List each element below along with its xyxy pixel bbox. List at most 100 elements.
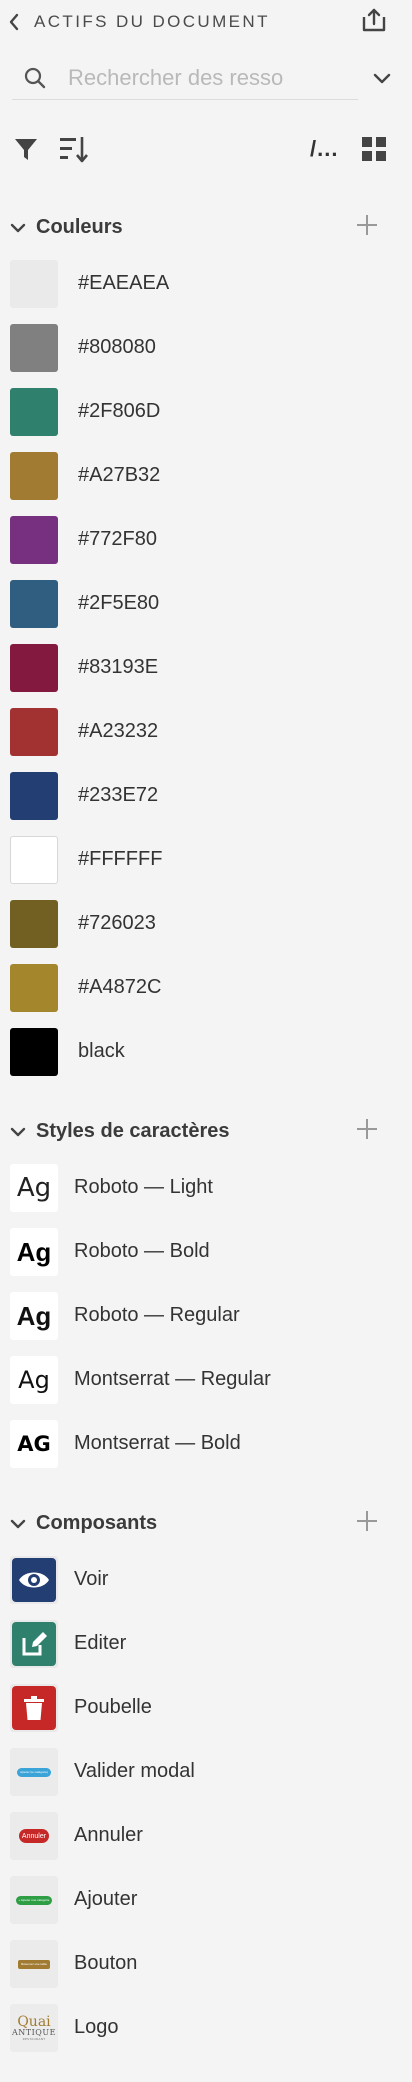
logo-text-quai: Quai [17, 2014, 51, 2030]
grid-view-icon[interactable] [358, 133, 390, 165]
color-item[interactable]: #2F806D [0, 380, 412, 444]
filter-icon[interactable] [10, 133, 42, 165]
components-list: Voir Editer Poubelle Ajouter (le catégorie)… [0, 1548, 412, 2060]
edit-icon [12, 1622, 56, 1666]
color-label: #A4872C [78, 976, 162, 998]
path-button[interactable]: /... [310, 136, 338, 162]
add-icon[interactable] [352, 210, 382, 240]
color-label: #772F80 [78, 528, 157, 550]
section-char-styles-header[interactable]: Styles de caractères [0, 1112, 412, 1152]
section-components-header[interactable]: Composants [0, 1504, 412, 1544]
button-preview: + Ajouter une catégorie [15, 1895, 53, 1905]
color-swatch [10, 388, 58, 436]
search-input[interactable] [68, 62, 348, 94]
chevron-down-icon[interactable] [8, 1514, 28, 1534]
char-style-label: Roboto — Bold [74, 1240, 210, 1262]
component-label: Ajouter [74, 1888, 138, 1910]
component-item[interactable]: Poubelle [0, 1676, 412, 1740]
component-preview [10, 1556, 58, 1604]
color-swatch [10, 260, 58, 308]
char-style-item[interactable]: Ag Roboto — Bold [0, 1220, 412, 1284]
eye-icon [12, 1558, 56, 1602]
sort-icon[interactable] [58, 133, 90, 165]
color-label: #A27B32 [78, 464, 161, 486]
color-item[interactable]: #FFFFFF [0, 828, 412, 892]
color-label: black [78, 1040, 125, 1062]
color-swatch [10, 324, 58, 372]
section-char-styles-title: Styles de caractères [36, 1120, 230, 1142]
component-preview [10, 1620, 58, 1668]
component-label: Valider modal [74, 1760, 195, 1782]
char-style-preview: AG [10, 1420, 58, 1468]
color-swatch [10, 772, 58, 820]
color-swatch [10, 1028, 58, 1076]
logo-thumbnail: Quai ANTIQUE RESTAURANT [10, 2004, 58, 2052]
char-styles-list: Ag Roboto — Light Ag Roboto — Bold Ag Roboto … [0, 1156, 412, 1476]
panel-title: ACTIFS DU DOCUMENT [34, 12, 270, 31]
char-style-item[interactable]: AG Montserrat — Bold [0, 1412, 412, 1476]
chevron-down-icon[interactable] [8, 1122, 28, 1142]
button-preview: Annuler [18, 1829, 50, 1843]
color-item[interactable]: #2F5E80 [0, 572, 412, 636]
button-preview: Réservez une table [18, 1959, 50, 1969]
color-item[interactable]: black [0, 1020, 412, 1084]
color-item[interactable]: #A23232 [0, 700, 412, 764]
color-label: #FFFFFF [78, 848, 163, 870]
component-label: Editer [74, 1632, 127, 1654]
char-style-sample: AG [17, 1432, 51, 1456]
color-item[interactable]: #A27B32 [0, 444, 412, 508]
color-item[interactable]: #83193E [0, 636, 412, 700]
component-item[interactable]: Réservez une table Bouton [0, 1932, 412, 1996]
search-bar [12, 58, 358, 100]
char-style-item[interactable]: Ag Roboto — Regular [0, 1284, 412, 1348]
component-preview: Ajouter (le catégorie) [10, 1748, 58, 1796]
color-label: #EAEAEA [78, 272, 170, 294]
color-item[interactable]: #772F80 [0, 508, 412, 572]
button-preview: Ajouter (le catégorie) [17, 1767, 51, 1777]
color-item[interactable]: #726023 [0, 892, 412, 956]
color-swatch [10, 644, 58, 692]
char-style-preview: Ag [10, 1164, 58, 1212]
chevron-down-icon[interactable] [370, 66, 394, 90]
share-upload-icon[interactable] [356, 2, 392, 38]
component-item[interactable]: Ajouter (le catégorie) Valider modal [0, 1740, 412, 1804]
button-preview-text: Réservez une table [21, 1962, 47, 1966]
component-item[interactable]: Voir [0, 1548, 412, 1612]
color-item[interactable]: #233E72 [0, 764, 412, 828]
color-item[interactable]: #A4872C [0, 956, 412, 1020]
color-label: #A23232 [78, 720, 159, 742]
search-icon [23, 66, 47, 90]
button-preview-text: Ajouter (le catégorie) [20, 1770, 48, 1774]
char-style-item[interactable]: Ag Roboto — Light [0, 1156, 412, 1220]
color-label: #233E72 [78, 784, 159, 806]
add-icon[interactable] [352, 1114, 382, 1144]
panel-header: ACTIFS DU DOCUMENT [0, 0, 412, 44]
button-preview-text: + Ajouter une catégorie [18, 1898, 50, 1902]
component-item[interactable]: + Ajouter une catégorie Ajouter [0, 1868, 412, 1932]
trash-icon [12, 1686, 56, 1730]
chevron-down-icon[interactable] [8, 218, 28, 238]
add-icon[interactable] [352, 1506, 382, 1536]
char-style-sample: Ag [18, 1366, 50, 1394]
section-colors-header[interactable]: Couleurs [0, 208, 412, 248]
logo-text-restaurant: RESTAURANT [22, 2037, 46, 2041]
char-style-label: Roboto — Regular [74, 1304, 240, 1326]
char-style-label: Montserrat — Bold [74, 1432, 241, 1454]
color-label: #808080 [78, 336, 156, 358]
component-preview: Réservez une table [10, 1940, 58, 1988]
char-style-sample: Ag [16, 1300, 52, 1331]
component-item[interactable]: Editer [0, 1612, 412, 1676]
section-components-title: Composants [36, 1512, 158, 1534]
color-label: #83193E [78, 656, 159, 678]
color-swatch [10, 964, 58, 1012]
color-item[interactable]: #808080 [0, 316, 412, 380]
chevron-left-icon[interactable] [6, 12, 22, 32]
component-preview: Annuler [10, 1812, 58, 1860]
component-item[interactable]: Quai ANTIQUE RESTAURANT Logo [0, 1996, 412, 2060]
section-colors-title: Couleurs [36, 216, 123, 238]
char-style-item[interactable]: Ag Montserrat — Regular [0, 1348, 412, 1412]
color-item[interactable]: #EAEAEA [0, 252, 412, 316]
component-item[interactable]: Annuler Annuler [0, 1804, 412, 1868]
logo-text-antique: ANTIQUE [12, 2028, 56, 2037]
component-label: Logo [74, 2016, 119, 2038]
